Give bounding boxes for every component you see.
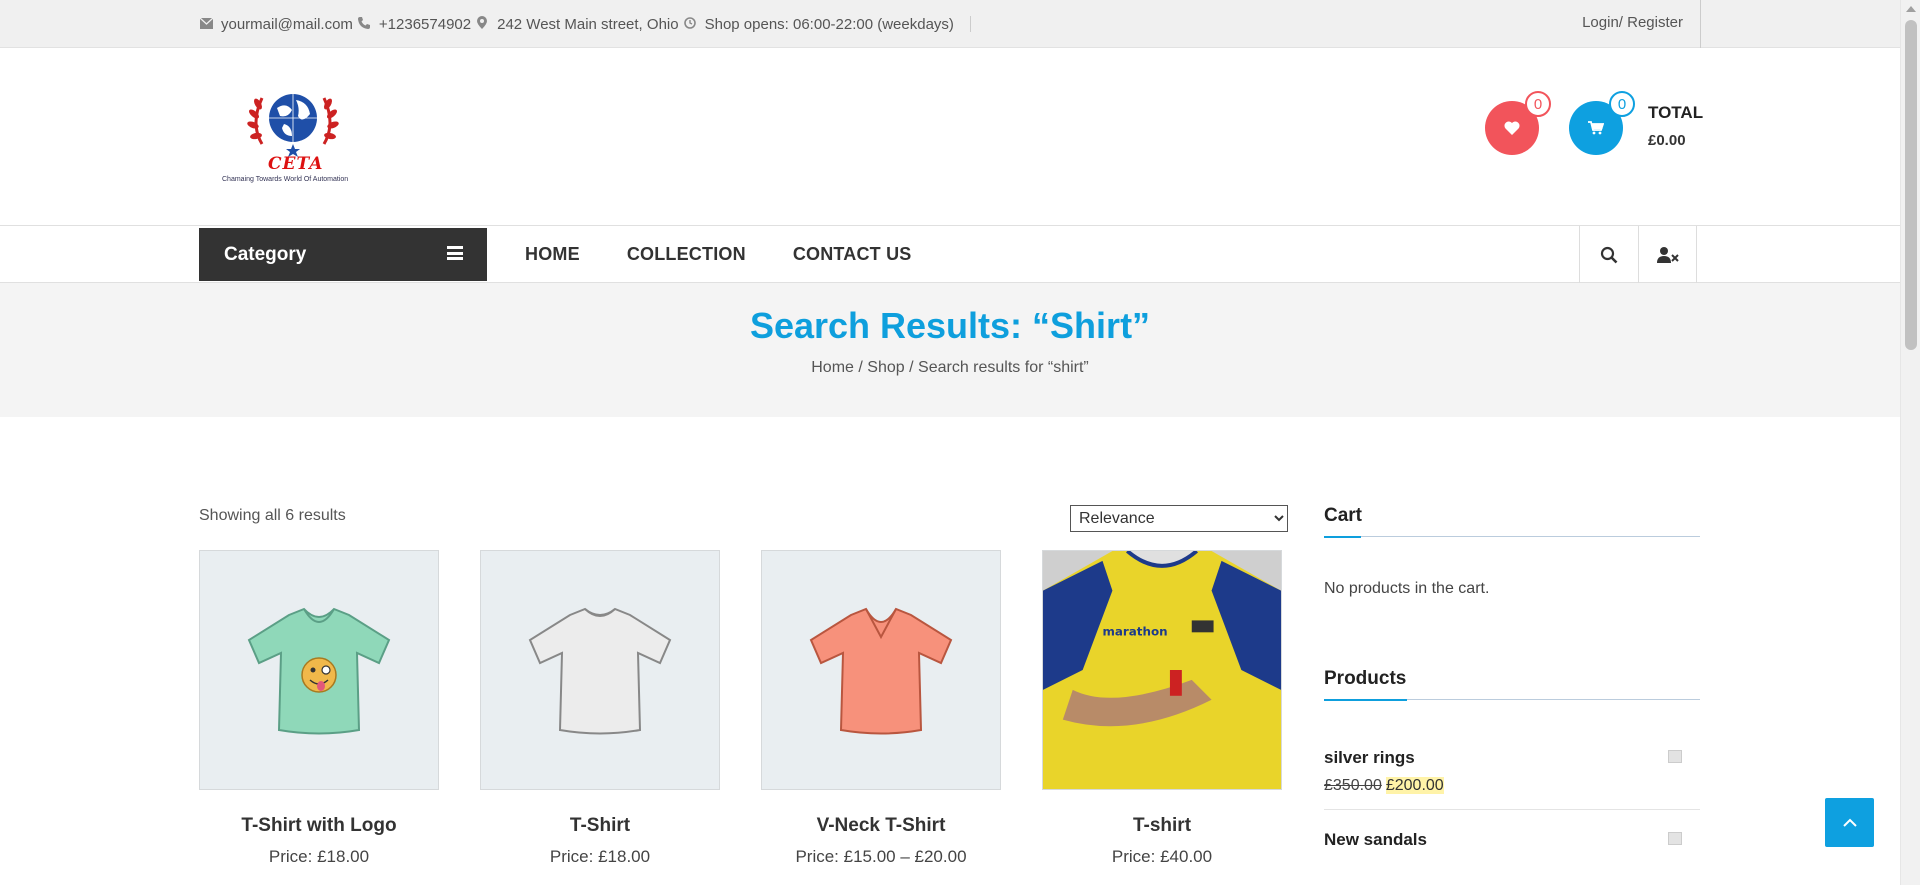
sidebar-product-name[interactable]: New sandals xyxy=(1324,830,1700,850)
product-image[interactable]: marathon xyxy=(1042,550,1282,790)
breadcrumb: Home / Shop / Search results for “shirt” xyxy=(0,359,1900,377)
product-card[interactable]: T-Shirt Price: £18.00 xyxy=(480,550,720,867)
chevron-up-icon xyxy=(1842,818,1857,827)
clock-icon xyxy=(683,16,697,32)
cart-total: TOTAL £0.00 xyxy=(1648,103,1703,149)
sidebar-product-price: £350.00 £200.00 xyxy=(1324,777,1700,795)
svg-text:marathon: marathon xyxy=(1103,624,1168,638)
nav-item-collection[interactable]: COLLECTION xyxy=(627,244,746,265)
green-tshirt-logo-image xyxy=(247,607,391,735)
result-count: Showing all 6 results xyxy=(199,507,346,524)
product-image[interactable] xyxy=(199,550,439,790)
shopping-cart-icon xyxy=(1588,121,1604,135)
sale-price: £200.00 xyxy=(1385,777,1444,794)
cart-widget-title-text: Cart xyxy=(1324,505,1363,526)
phone-number: +1236574902 xyxy=(378,15,472,33)
heart-icon xyxy=(1504,121,1520,135)
cart-count-badge: 0 xyxy=(1609,91,1635,117)
category-menu-button[interactable]: Category xyxy=(199,228,487,281)
login-register-link[interactable]: Login/ Register xyxy=(1582,14,1683,31)
product-card[interactable]: T-Shirt with Logo Price: £18.00 xyxy=(199,550,439,867)
hamburger-icon xyxy=(447,246,463,260)
yellow-jersey-photo-image: marathon xyxy=(1043,551,1281,789)
nav-menu: HOME COLLECTION CONTACT US xyxy=(525,226,911,283)
wishlist-button[interactable]: 0 xyxy=(1485,91,1551,155)
sidebar: Cart No products in the cart. Products s… xyxy=(1324,505,1700,850)
title-underline xyxy=(1324,536,1361,538)
product-image[interactable] xyxy=(761,550,1001,790)
nav-item-contact-us[interactable]: CONTACT US xyxy=(793,244,912,265)
search-button[interactable] xyxy=(1579,226,1638,283)
divider xyxy=(969,16,971,32)
cart-button[interactable]: 0 xyxy=(1569,91,1635,155)
product-card[interactable]: V-Neck T-Shirt Price: £15.00 – £20.00 xyxy=(761,550,1001,867)
main-navigation: Category HOME COLLECTION CONTACT US xyxy=(0,226,1900,283)
site-logo[interactable]: CETA Chamaing Towards World Of Automatio… xyxy=(222,84,364,190)
envelope-icon xyxy=(199,17,213,32)
product-price: Price: £15.00 – £20.00 xyxy=(795,847,967,866)
products-widget: Products silver rings £350.00 £200.00 New… xyxy=(1324,668,1700,850)
email-link[interactable]: yourmail@mail.com xyxy=(221,16,353,33)
scroll-up-arrow-icon[interactable] xyxy=(1906,6,1916,12)
image-placeholder-icon[interactable] xyxy=(1668,832,1682,845)
product-price: Price: £40.00 xyxy=(1111,847,1213,866)
cart-widget: Cart No products in the cart. xyxy=(1324,505,1700,598)
orange-vneck-image xyxy=(809,607,953,735)
back-to-top-button[interactable] xyxy=(1825,798,1874,847)
sort-select[interactable]: Relevance xyxy=(1070,505,1288,532)
page-scrollbar[interactable] xyxy=(1900,0,1920,885)
title-underline xyxy=(1324,699,1407,701)
nav-icons xyxy=(1579,226,1697,283)
search-icon xyxy=(1600,246,1618,263)
cart-widget-title: Cart xyxy=(1324,505,1700,538)
shop-hours: Shop opens: 06:00-22:00 (weekdays) xyxy=(704,15,954,33)
logo-brand-text: CETA xyxy=(268,154,324,174)
top-bar: yourmail@mail.com +1236574902 242 West M… xyxy=(0,0,1900,48)
product-name[interactable]: T-shirt xyxy=(1042,815,1282,837)
image-placeholder-icon[interactable] xyxy=(1668,750,1682,763)
products-widget-title-text: Products xyxy=(1324,668,1407,689)
breadcrumb-home[interactable]: Home xyxy=(811,359,854,376)
user-times-icon xyxy=(1656,246,1679,263)
scrollbar-thumb[interactable] xyxy=(1905,20,1917,350)
product-name[interactable]: T-Shirt with Logo xyxy=(199,815,439,837)
product-name[interactable]: V-Neck T-Shirt xyxy=(761,815,1001,837)
breadcrumb-current: Search results for “shirt” xyxy=(918,359,1089,376)
divider xyxy=(1700,0,1701,48)
category-label: Category xyxy=(224,243,307,265)
product-card[interactable]: marathon T-shirt Price: £40.00 xyxy=(1042,550,1282,867)
address: 242 West Main street, Ohio xyxy=(497,15,679,33)
logo-tagline: Chamaing Towards World Of Automation xyxy=(222,176,349,183)
product-name[interactable]: T-Shirt xyxy=(480,815,720,837)
white-tshirt-image xyxy=(528,607,672,735)
nav-item-home[interactable]: HOME xyxy=(525,244,580,265)
map-marker-icon xyxy=(475,16,489,32)
breadcrumb-separator: / xyxy=(909,359,914,376)
phone-icon xyxy=(357,16,371,32)
sidebar-product-item[interactable]: silver rings £350.00 £200.00 xyxy=(1324,748,1700,810)
cart-total-amount: £0.00 xyxy=(1648,132,1686,149)
site-header: CETA Chamaing Towards World Of Automatio… xyxy=(0,48,1900,226)
wishlist-count-badge: 0 xyxy=(1525,91,1551,117)
sidebar-product-item[interactable]: New sandals xyxy=(1324,830,1700,850)
products-widget-title: Products xyxy=(1324,668,1700,701)
old-price: £350.00 xyxy=(1324,777,1382,794)
page-header-banner: Search Results: “Shirt” Home / Shop / Se… xyxy=(0,283,1900,417)
breadcrumb-shop[interactable]: Shop xyxy=(867,359,904,376)
breadcrumb-separator: / xyxy=(858,359,863,376)
cart-total-label: TOTAL xyxy=(1648,103,1704,122)
account-button[interactable] xyxy=(1638,226,1697,283)
product-image[interactable] xyxy=(480,550,720,790)
cart-empty-message: No products in the cart. xyxy=(1324,580,1490,597)
product-price: Price: £18.00 xyxy=(549,847,651,866)
sidebar-product-name[interactable]: silver rings xyxy=(1324,748,1700,768)
page-title: Search Results: “Shirt” xyxy=(749,305,1151,346)
product-price: Price: £18.00 xyxy=(268,847,370,866)
